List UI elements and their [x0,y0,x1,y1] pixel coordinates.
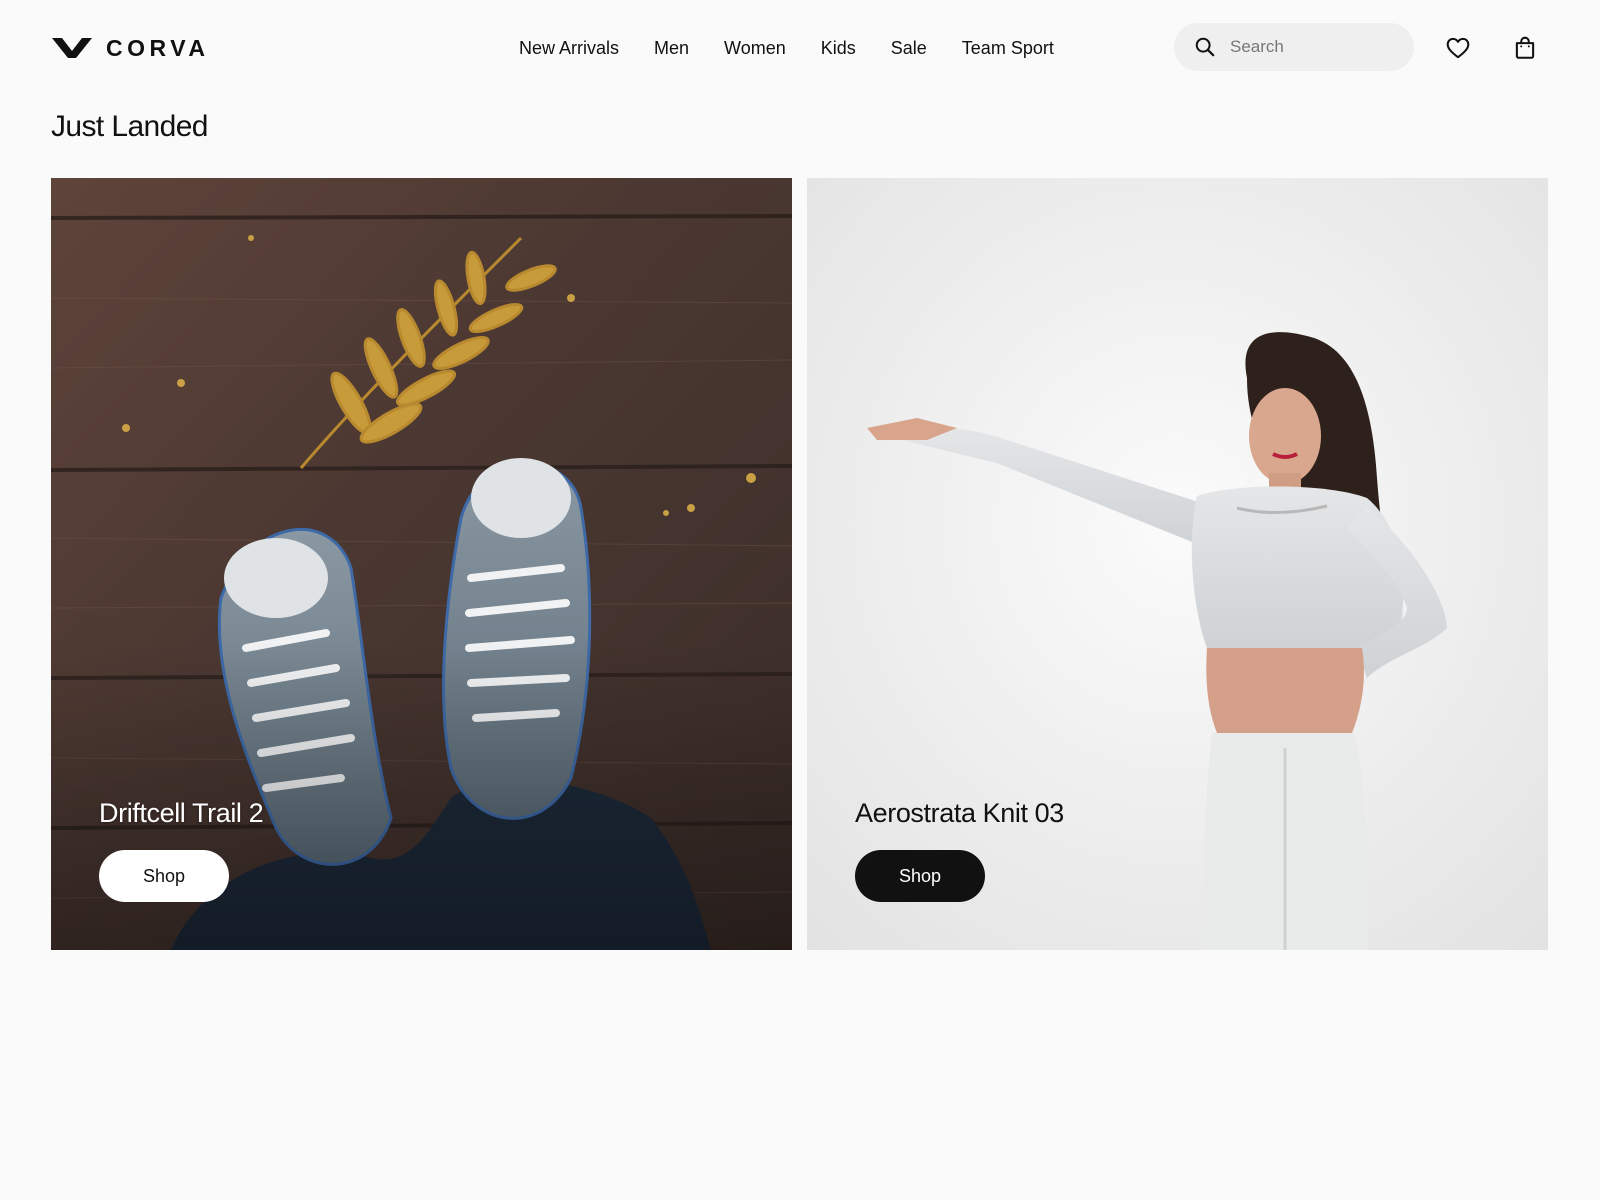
search-input[interactable] [1230,37,1390,57]
product-name: Driftcell Trail 2 [99,798,264,828]
search-icon[interactable] [1194,36,1216,58]
nav-item-kids[interactable]: Kids [821,38,856,59]
product-card[interactable]: Aerostrata Knit 03 Shop [807,178,1548,950]
product-image-sneakers [51,178,792,950]
nav-item-sale[interactable]: Sale [891,38,927,59]
nav-item-team-sport[interactable]: Team Sport [962,38,1054,59]
site-header: CORVA New Arrivals Men Women Kids Sale T… [0,0,1600,96]
nav-item-women[interactable]: Women [724,38,786,59]
product-image-model [807,178,1548,950]
product-name: Aerostrata Knit 03 [855,798,1064,828]
section-title: Just Landed [51,110,208,143]
main-nav: New Arrivals Men Women Kids Sale Team Sp… [519,32,1054,64]
shop-button[interactable]: Shop [99,850,229,902]
shop-button[interactable]: Shop [855,850,985,902]
search-bar[interactable] [1174,23,1414,71]
nav-item-new-arrivals[interactable]: New Arrivals [519,38,619,59]
brand-name: CORVA [106,34,210,61]
brand-logo[interactable]: CORVA [52,32,209,64]
product-card[interactable]: Driftcell Trail 2 Shop [51,178,792,950]
heart-icon [1446,37,1470,59]
shopping-bag-icon [1515,36,1535,59]
nav-item-men[interactable]: Men [654,38,689,59]
v-chevron-logo-icon [52,38,92,58]
favorites-button[interactable] [1441,31,1475,65]
shopping-bag-button[interactable] [1508,31,1542,65]
